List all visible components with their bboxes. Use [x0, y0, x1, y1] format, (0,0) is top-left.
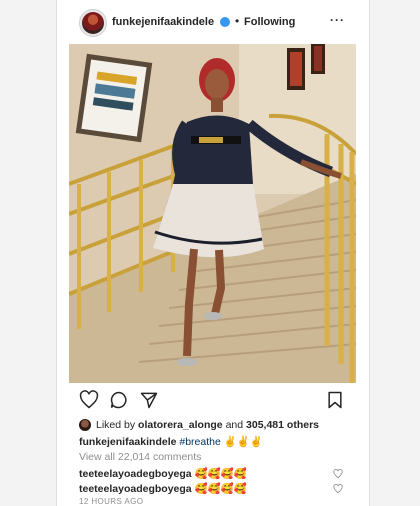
caption: funkejenifaakindele #breathe ✌✌✌	[79, 435, 263, 448]
like-heart-icon[interactable]	[79, 390, 99, 410]
comment-like-heart-icon[interactable]	[333, 484, 343, 494]
comment-username[interactable]: teeteelayoadegboyega	[79, 483, 192, 495]
post-photo[interactable]	[69, 44, 356, 383]
likes-middle: and	[225, 419, 244, 431]
verified-badge-icon	[220, 17, 230, 27]
comment-item: teeteelayoadegboyega 🥰🥰🥰🥰	[79, 467, 247, 480]
avatar[interactable]	[79, 9, 107, 37]
instagram-post: funkejenifaakindele • Following ··· Like…	[56, 0, 370, 506]
caption-emoji: ✌✌✌	[223, 436, 263, 448]
action-bar	[57, 390, 369, 412]
header-username[interactable]: funkejenifaakindele	[112, 16, 214, 28]
more-options-icon[interactable]: ···	[330, 13, 345, 27]
comment-icon[interactable]	[109, 390, 129, 410]
caption-hashtag[interactable]: #breathe	[179, 436, 220, 448]
likes-summary: Liked by olatorera_alonge and 305,481 ot…	[79, 418, 319, 432]
photo-illustration	[69, 44, 356, 383]
post-header: funkejenifaakindele • Following ···	[57, 0, 369, 44]
comment-text: 🥰🥰🥰🥰	[194, 483, 247, 495]
comment-like-heart-icon[interactable]	[333, 469, 343, 479]
liker-avatar[interactable]	[79, 419, 91, 431]
post-timestamp: 12 HOURS AGO	[79, 497, 144, 506]
view-all-comments-link[interactable]: View all 22,014 comments	[79, 451, 201, 463]
comment-text: 🥰🥰🥰🥰	[194, 468, 247, 480]
likes-count[interactable]: 305,481 others	[246, 419, 319, 431]
following-button[interactable]: Following	[244, 16, 295, 28]
separator-dot: •	[235, 14, 240, 28]
caption-username[interactable]: funkejenifaakindele	[79, 436, 176, 448]
liker-username[interactable]: olatorera_alonge	[138, 419, 223, 431]
likes-prefix: Liked by	[96, 419, 136, 431]
avatar-image	[82, 12, 104, 34]
save-bookmark-icon[interactable]	[325, 390, 345, 410]
comment-item: teeteelayoadegboyega 🥰🥰🥰🥰	[79, 482, 247, 495]
share-icon[interactable]	[139, 390, 159, 410]
comment-username[interactable]: teeteelayoadegboyega	[79, 468, 192, 480]
